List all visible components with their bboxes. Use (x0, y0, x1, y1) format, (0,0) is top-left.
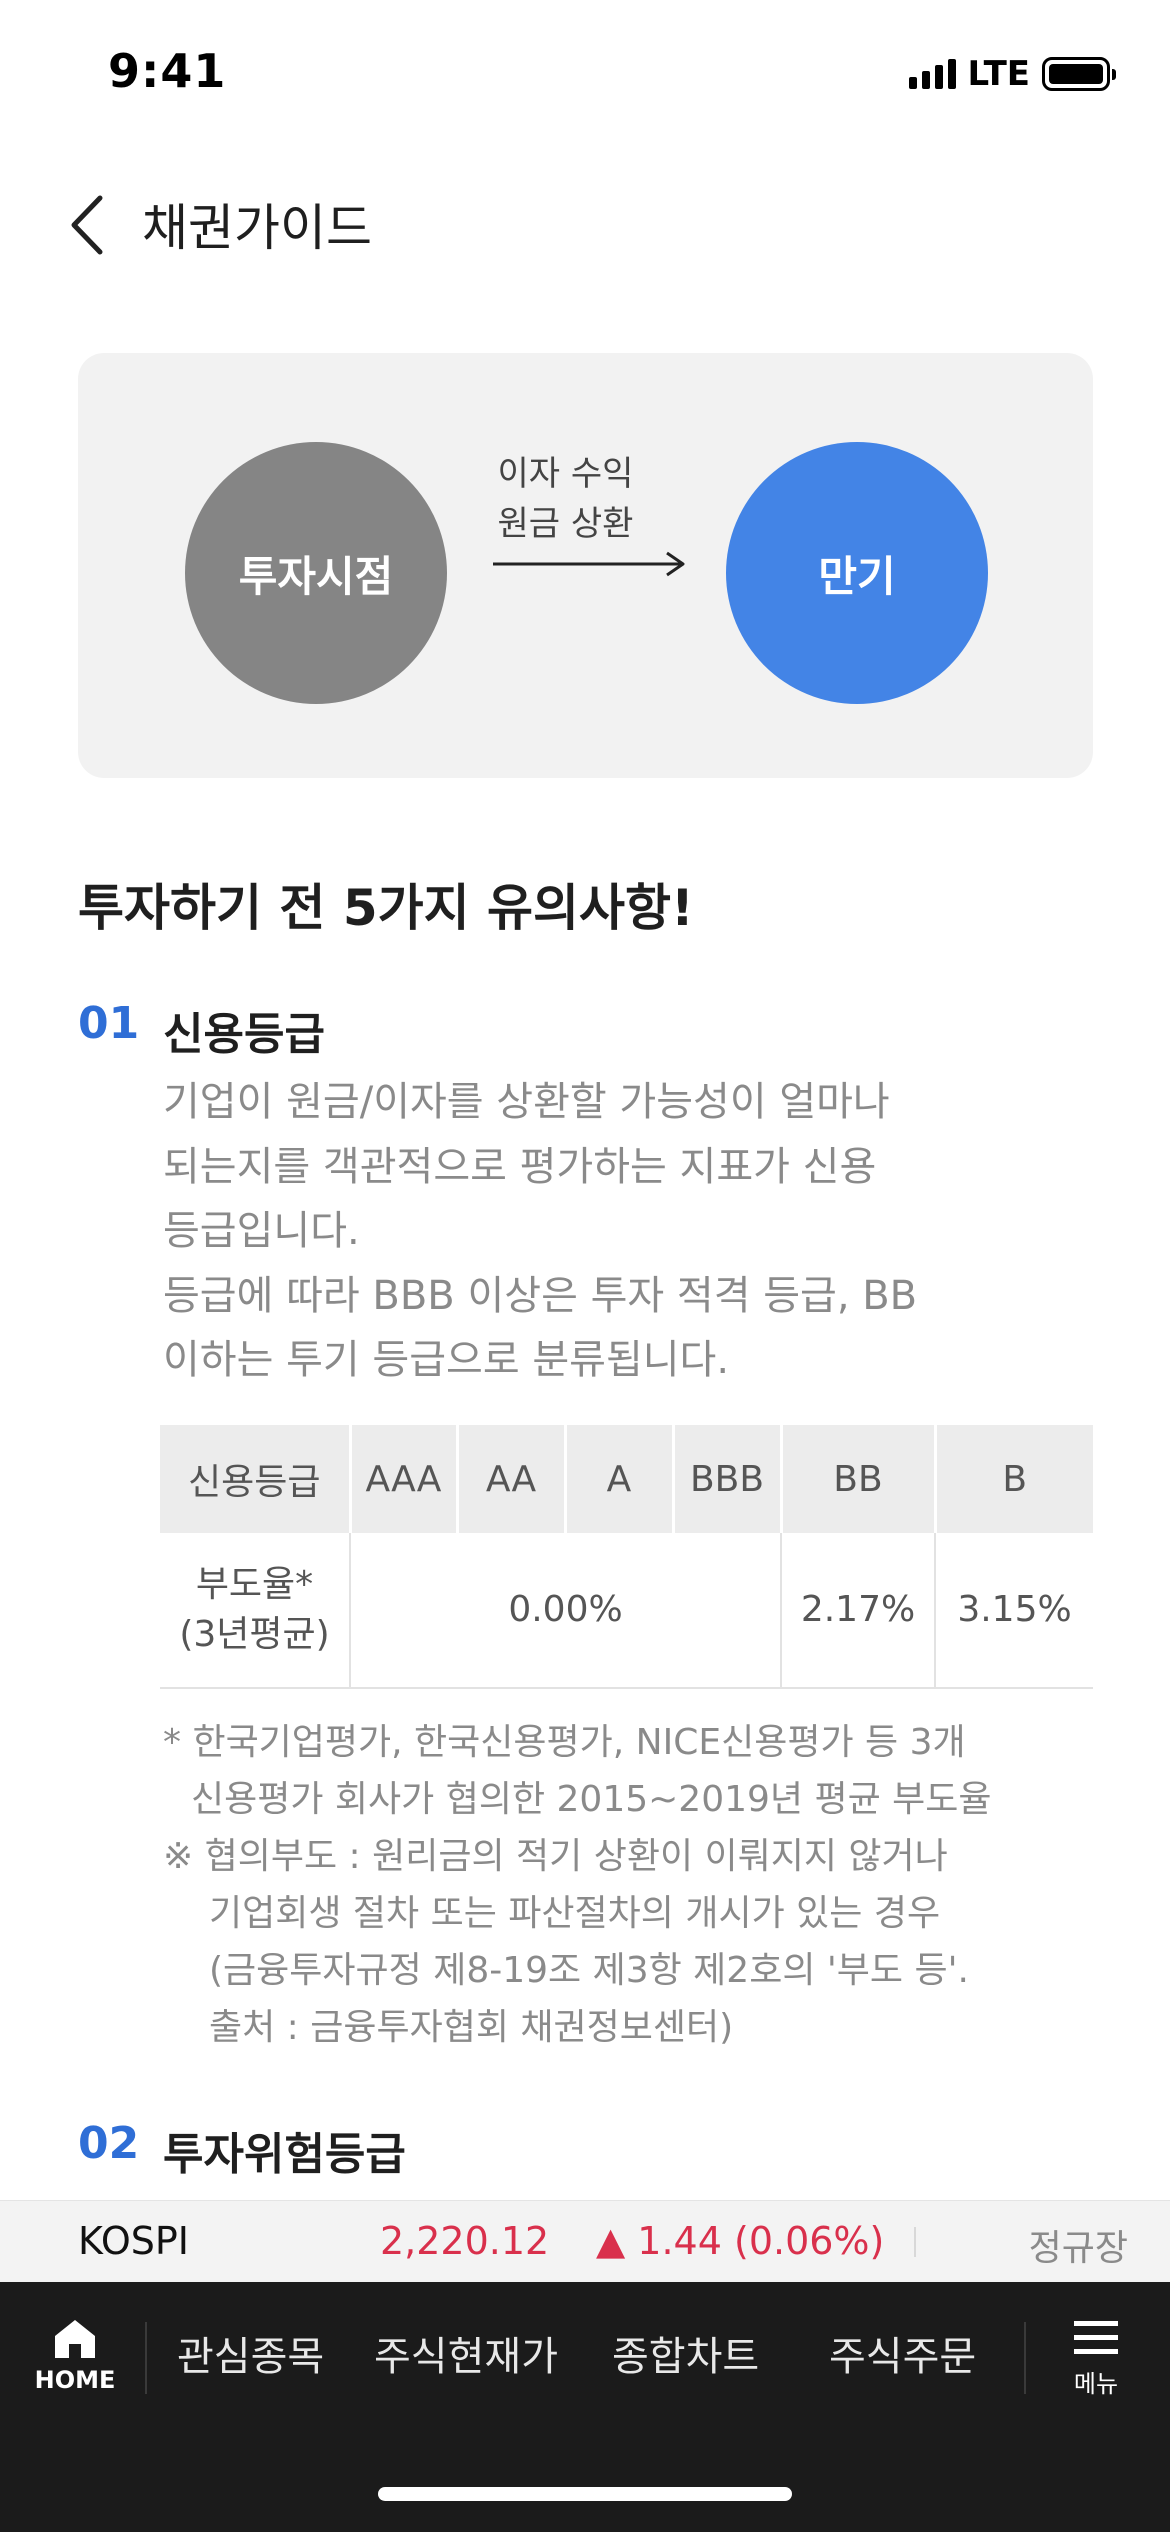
table-header-row: 신용등급 AAA AA A BBB BB B (160, 1425, 1093, 1533)
footnote-line: 신용평가 회사가 협의한 2015~2019년 평균 부도율 (191, 1779, 992, 1820)
flow-arrow-label: 이자 수익 원금 상환 (478, 449, 653, 549)
description-line: 등급입니다. (163, 1208, 360, 1254)
table-header-cell: 신용등급 (160, 1425, 352, 1533)
status-indicators: LTE (908, 54, 1116, 94)
ticker-name: KOSPI (78, 2219, 189, 2263)
network-label: LTE (967, 54, 1030, 94)
table-header-cell: A (565, 1425, 675, 1533)
nav-menu-label: 메뉴 (1073, 2370, 1119, 2398)
footnote-line: 기업회생 절차 또는 파산절차의 개시가 있는 경우 (209, 1893, 941, 1934)
item-title-investment-risk: 투자위험등급 (163, 2129, 406, 2180)
item-number-02: 02 (78, 2118, 140, 2169)
nav-item-current-price[interactable]: 주식현재가 (374, 2324, 558, 2382)
arrow-right-icon (493, 551, 685, 577)
footnote-line: 출처 : 금융투자협회 채권정보센터) (209, 2007, 734, 2048)
flow-diagram: 투자시점 이자 수익 원금 상환 만기 (78, 353, 1093, 778)
table-header-cell: BBB (673, 1425, 783, 1533)
table-row: 부도율* (3년평균) 0.00% 2.17% 3.15% (160, 1533, 1093, 1689)
credit-grade-table: 신용등급 AAA AA A BBB BB B 부도율* (3년평균) 0.00%… (160, 1425, 1093, 1689)
hamburger-menu-icon (1074, 2321, 1118, 2354)
flow-arrow-label-line2: 원금 상환 (497, 504, 634, 544)
ticker-change: ▲ 1.44 (0.06%) (596, 2219, 885, 2263)
maturity-circle: 만기 (726, 442, 988, 704)
nav-home-label: HOME (34, 2366, 116, 2394)
chevron-left-icon (71, 195, 103, 255)
table-header-cell: BB (781, 1425, 937, 1533)
default-rate-label-cell: 부도율* (3년평균) (160, 1533, 351, 1689)
description-line: 이하는 투기 등급으로 분류됩니다. (163, 1337, 730, 1383)
description-line: 기업이 원금/이자를 상환할 가능성이 얼마나 (163, 1079, 890, 1125)
nav-item-watchlist[interactable]: 관심종목 (177, 2324, 324, 2382)
home-icon (55, 2320, 95, 2358)
table-header-cell: AA (457, 1425, 567, 1533)
home-indicator[interactable] (378, 2487, 792, 2501)
table-header-cell: B (935, 1425, 1093, 1533)
footnotes: * 한국기업평가, 한국신용평가, NICE신용평가 등 3개 신용평가 회사가… (163, 1714, 1093, 2056)
footnote-line: (금융투자규정 제8-19조 제3항 제2호의 '부도 등'. (209, 1950, 969, 1991)
default-rate-period: (3년평균) (179, 1614, 330, 1655)
maturity-label: 만기 (818, 551, 896, 601)
battery-icon (1042, 57, 1116, 91)
index-ticker[interactable]: KOSPI 2,220.12 ▲ 1.44 (0.06%) 정규장 (0, 2200, 1170, 2282)
nav-item-order[interactable]: 주식주문 (829, 2324, 976, 2382)
default-rate-label: 부도율* (195, 1564, 314, 1605)
status-time: 9:41 (108, 44, 227, 98)
nav-item-chart[interactable]: 종합차트 (612, 2324, 759, 2382)
ticker-session: 정규장 (1028, 2228, 1128, 2269)
nav-divider (1024, 2322, 1026, 2394)
investment-start-circle: 투자시점 (185, 442, 447, 704)
status-bar: 9:41 LTE (0, 0, 1170, 150)
signal-icon (908, 59, 956, 89)
description-line: 되는지를 객관적으로 평가하는 지표가 신용 (163, 1143, 877, 1190)
nav-divider (145, 2322, 147, 2394)
description-line: 등급에 따라 BBB 이상은 투자 적격 등급, BB (163, 1272, 918, 1319)
back-button[interactable] (62, 190, 122, 260)
credit-rating-description: 기업이 원금/이자를 상환할 가능성이 얼마나 되는지를 객관적으로 평가하는 … (163, 1070, 1063, 1393)
nav-home-button[interactable]: HOME (28, 2316, 122, 2406)
header: 채권가이드 (0, 160, 1170, 285)
investment-grade-rate-cell: 0.00% (350, 1533, 782, 1689)
item-title-credit-rating: 신용등급 (163, 1009, 325, 1060)
flow-arrow-label-line1: 이자 수익 (497, 454, 634, 494)
bb-rate-cell: 2.17% (781, 1533, 936, 1689)
footnote-line: ※ 협의부도 : 원리금의 적기 상환이 이뤄지지 않거나 (163, 1836, 948, 1877)
nav-menu-button[interactable]: 메뉴 (1060, 2318, 1132, 2408)
section-title: 투자하기 전 5가지 유의사항! (78, 879, 694, 937)
footnote-line: * 한국기업평가, 한국신용평가, NICE신용평가 등 3개 (163, 1722, 966, 1763)
b-rate-cell: 3.15% (935, 1533, 1093, 1689)
investment-start-label: 투자시점 (238, 551, 394, 601)
ticker-value: 2,220.12 (380, 2219, 550, 2263)
item-number-01: 01 (78, 998, 140, 1049)
page-title: 채권가이드 (142, 199, 372, 257)
table-header-cell: AAA (350, 1425, 459, 1533)
ticker-divider (914, 2227, 916, 2257)
